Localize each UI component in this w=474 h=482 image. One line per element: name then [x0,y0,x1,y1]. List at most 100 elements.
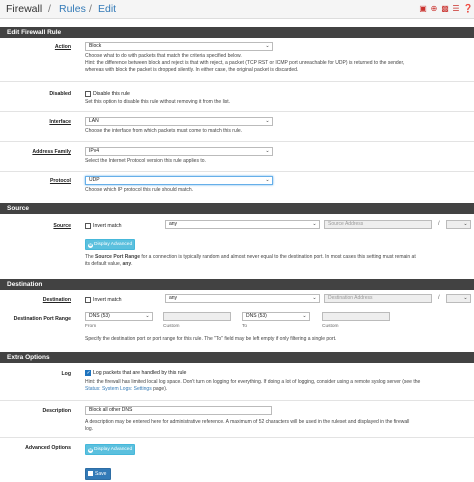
interface-select[interactable]: LAN ⌄ [85,117,273,126]
from-caption: From [85,324,97,329]
custom-caption: Custom [163,324,180,329]
advanced-display-label: Display Advanced [94,447,133,452]
row-divider [0,437,474,438]
panel-title-extra-options: Extra Options [0,352,474,363]
chevron-down-icon: ⌄ [265,177,270,183]
row-divider [0,171,474,172]
advanced-display-button[interactable]: ⚙Display Advanced [85,444,135,455]
description-help: A description may be entered here for ad… [85,419,409,433]
system-logs-settings-link[interactable]: Status: System Logs: Settings [85,386,152,392]
row-divider [0,111,474,112]
address-family-select[interactable]: IPv4 ⌄ [85,147,273,156]
breadcrumb-rules[interactable]: Rules [59,3,86,15]
disable-rule-checkbox[interactable] [85,91,91,97]
description-help-line: A description may be entered here for ad… [85,419,410,425]
log-label: Log [61,371,71,377]
source-display-advanced-label: Display Advanced [94,242,133,247]
protocol-select-value: UDP [89,177,100,183]
source-invert-label[interactable]: Invert match [93,223,122,229]
custom-caption: Custom [322,324,339,329]
source-help-text: for a connection is typically random and… [140,254,416,260]
interface-label: Interface [49,119,71,125]
action-help-line: whereas with block the packet is dropped… [85,67,299,73]
destination-type-select[interactable]: any ⌄ [165,294,320,303]
address-family-select-value: IPv4 [89,148,100,154]
source-display-advanced-button[interactable]: ⚙Display Advanced [85,239,135,250]
source-help-text: The [85,254,96,260]
action-help-line: Hint: the difference between block and r… [85,60,405,66]
chevron-down-icon: ⌄ [312,221,317,227]
to-caption: To [242,324,248,329]
log-help: Hint: the firewall has limited local log… [85,379,420,393]
log-help-text: page). [151,386,168,392]
address-family-label: Address Family [32,149,71,155]
save-icon [88,470,93,476]
top-bar: Firewall / Rules / Edit ▣ ⊕ ▩ ☰ ❓ [0,0,474,19]
log-packets-checkbox[interactable] [85,370,91,376]
source-mask-select[interactable]: ⌄ [446,220,471,229]
source-help: The Source Port Range for a connection i… [85,254,416,268]
row-divider [0,141,474,142]
source-label: Source [53,223,71,229]
log-packets-checkbox-label[interactable]: Log packets that are handled by this rul… [93,370,186,376]
gear-icon: ⚙ [88,446,93,453]
slash-separator: / [438,295,440,301]
destination-port-to-select[interactable]: DNS (53) ⌄ [242,312,310,321]
address-family-help: Select the Internet Protocol version thi… [85,158,206,164]
save-button-label: Save [95,471,107,477]
disabled-label: Disabled [49,91,71,97]
chevron-down-icon: ⌄ [302,313,307,319]
interface-select-value: LAN [89,118,99,124]
destination-type-select-value: any [169,295,178,301]
save-button[interactable]: Save [85,468,111,480]
protocol-select[interactable]: UDP ⌄ [85,176,273,185]
breadcrumb-edit[interactable]: Edit [98,3,116,15]
description-label: Description [42,408,71,414]
destination-port-help: Specify the destination port or port ran… [85,336,337,342]
source-help-bold: Source Port Range [95,254,141,260]
destination-port-range-label: Destination Port Range [13,316,71,322]
protocol-help: Choose which IP protocol this rule shoul… [85,187,194,193]
breadcrumb-firewall: Firewall [6,3,43,15]
source-invert-checkbox[interactable] [85,223,91,229]
breadcrumb-separator: / [48,3,51,15]
destination-invert-label[interactable]: Invert match [93,297,122,303]
chevron-down-icon: ⌄ [463,221,468,227]
action-select[interactable]: Block ⌄ [85,42,273,51]
row-divider [0,400,474,401]
panel-title-edit-firewall-rule: Edit Firewall Rule [0,27,474,38]
panel-title-source: Source [0,203,474,214]
source-type-select[interactable]: any ⌄ [165,220,320,229]
action-help: Choose what to do with packets that matc… [85,53,404,74]
gear-icon: ⚙ [88,241,93,248]
destination-label: Destination [42,297,71,303]
description-input[interactable]: Block all other DNS [85,406,272,415]
description-help-line: log. [85,426,94,432]
chart-icon[interactable]: ▩ [441,5,449,13]
help-icon[interactable]: ❓ [463,5,473,13]
page-icon[interactable]: ▣ [419,5,427,13]
destination-invert-checkbox[interactable] [85,297,91,303]
chevron-down-icon: ⌄ [463,295,468,301]
destination-port-to-value: DNS (53) [246,313,267,319]
breadcrumb-separator: / [89,3,92,15]
destination-mask-select[interactable]: ⌄ [446,294,471,303]
toolbar-icons: ▣ ⊕ ▩ ☰ ❓ [419,5,473,13]
destination-address-input[interactable]: Destination Address [324,294,432,303]
source-help-text: its default value, [85,261,123,267]
destination-port-from-custom-input[interactable] [163,312,231,321]
source-address-input[interactable]: Source Address [324,220,432,229]
chevron-down-icon: ⌄ [265,118,270,124]
destination-port-from-value: DNS (53) [89,313,110,319]
list-icon[interactable]: ☰ [452,5,460,13]
chevron-down-icon: ⌄ [312,295,317,301]
destination-port-from-select[interactable]: DNS (53) ⌄ [85,312,153,321]
protocol-label: Protocol [49,178,71,184]
destination-port-to-custom-input[interactable] [322,312,390,321]
source-help-bold: any [122,261,132,267]
plus-icon[interactable]: ⊕ [430,5,438,13]
source-help-text: . [131,261,133,267]
interface-help: Choose the interface from which packets … [85,128,243,134]
disable-rule-checkbox-label[interactable]: Disable this rule [93,91,130,97]
action-label: Action [54,44,71,50]
